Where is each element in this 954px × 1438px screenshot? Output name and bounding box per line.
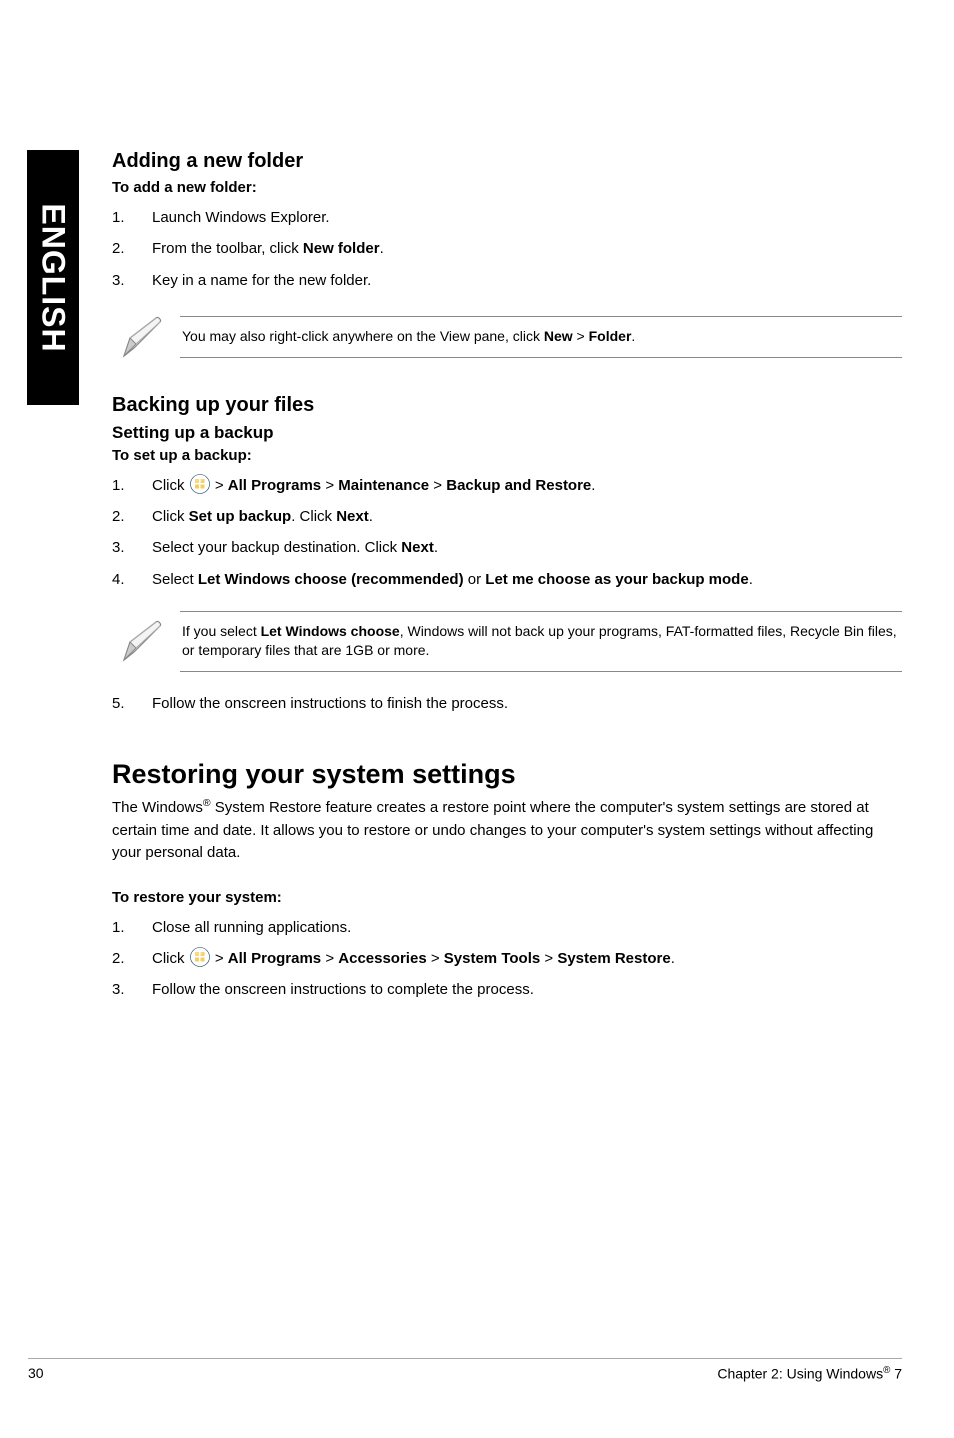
list-item: 1.Launch Windows Explorer. xyxy=(112,204,902,235)
lead-restore: To restore your system: xyxy=(112,889,902,906)
chapter-label: Chapter 2: Using Windows® 7 xyxy=(717,1365,902,1382)
subheading-setting-backup: Setting up a backup xyxy=(112,423,902,443)
para-restore: The Windows® System Restore feature crea… xyxy=(112,796,902,865)
steps-backup-cont: 5.Follow the onscreen instructions to fi… xyxy=(112,690,902,721)
language-label: ENGLISH xyxy=(35,203,72,352)
page-content: Adding a new folder To add a new folder:… xyxy=(112,150,902,1015)
language-side-tab: ENGLISH xyxy=(27,150,79,405)
lead-add-folder: To add a new folder: xyxy=(112,179,902,196)
heading-backing-up: Backing up your files xyxy=(112,394,902,417)
list-item: 1.Click > All Programs > Maintenance > B… xyxy=(112,472,902,503)
heading-adding-folder: Adding a new folder xyxy=(112,150,902,173)
note-block: If you select Let Windows choose, Window… xyxy=(112,611,902,672)
list-item: 3.Follow the onscreen instructions to co… xyxy=(112,976,902,1007)
list-item: 4.Select Let Windows choose (recommended… xyxy=(112,566,902,597)
pencil-icon xyxy=(118,312,168,362)
windows-start-orb-icon xyxy=(190,947,210,967)
heading-restoring: Restoring your system settings xyxy=(112,759,902,790)
list-item: 2.Click Set up backup. Click Next. xyxy=(112,503,902,534)
list-item: 2.Click > All Programs > Accessories > S… xyxy=(112,945,902,976)
list-item: 1.Close all running applications. xyxy=(112,914,902,945)
list-item: 2.From the toolbar, click New folder. xyxy=(112,235,902,266)
windows-start-orb-icon xyxy=(190,474,210,494)
page-number: 30 xyxy=(28,1365,44,1382)
note-block: You may also right-click anywhere on the… xyxy=(112,312,902,362)
note-text: If you select Let Windows choose, Window… xyxy=(180,611,902,672)
list-item: 3.Key in a name for the new folder. xyxy=(112,267,902,298)
lead-setup-backup: To set up a backup: xyxy=(112,447,902,464)
list-item: 3.Select your backup destination. Click … xyxy=(112,534,902,565)
steps-add-folder: 1.Launch Windows Explorer. 2.From the to… xyxy=(112,204,902,298)
page-footer: 30 Chapter 2: Using Windows® 7 xyxy=(28,1358,902,1382)
list-item: 5.Follow the onscreen instructions to fi… xyxy=(112,690,902,721)
steps-restore: 1.Close all running applications. 2.Clic… xyxy=(112,914,902,1008)
pencil-icon xyxy=(118,616,168,666)
note-text: You may also right-click anywhere on the… xyxy=(180,316,902,358)
steps-backup: 1.Click > All Programs > Maintenance > B… xyxy=(112,472,902,597)
